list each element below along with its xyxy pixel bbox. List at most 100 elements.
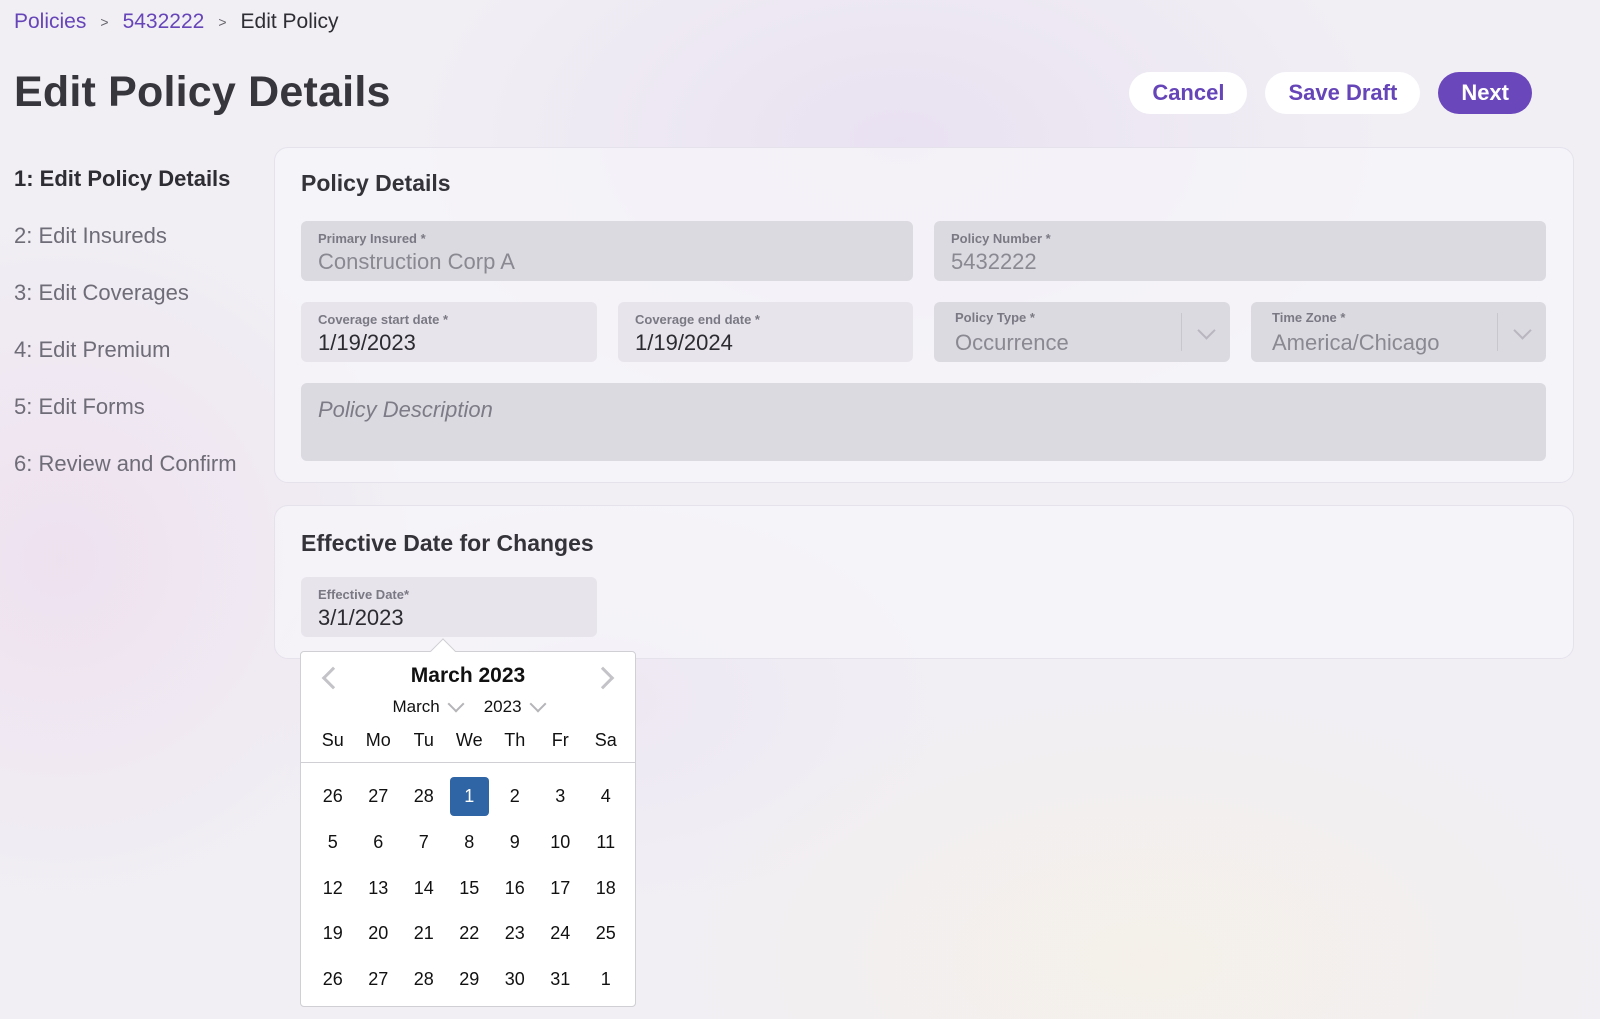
date-picker-day[interactable]: 19 (310, 911, 356, 957)
effective-date-input[interactable]: Effective Date* 3/1/2023 (301, 577, 597, 637)
weekday-header: Su Mo Tu We Th Fr Sa (310, 730, 626, 751)
date-picker-day-number: 3 (555, 786, 566, 807)
date-picker-day[interactable]: 24 (538, 911, 584, 957)
step-edit-premium[interactable]: 4: Edit Premium (14, 337, 237, 394)
date-picker-day-number: 17 (550, 877, 571, 898)
weekday-label: Th (504, 730, 526, 750)
date-picker-day[interactable]: 7 (401, 820, 447, 866)
header-actions: Cancel Save Draft Next (1129, 72, 1532, 114)
date-picker-day[interactable]: 28 (401, 774, 447, 820)
date-picker-day[interactable]: 27 (356, 774, 402, 820)
policy-type-select[interactable]: Policy Type * Occurrence (934, 302, 1230, 362)
date-picker-day[interactable]: 21 (401, 911, 447, 957)
date-picker-day[interactable]: 3 (538, 774, 584, 820)
date-picker-day-number: 4 (600, 786, 611, 807)
step-edit-policy-details[interactable]: 1: Edit Policy Details (14, 166, 237, 223)
date-picker-day-selected[interactable]: 1 (447, 774, 493, 820)
date-picker-day[interactable]: 13 (356, 865, 402, 911)
date-picker-day-number: 16 (504, 877, 525, 898)
date-picker-day[interactable]: 10 (538, 820, 584, 866)
date-picker-day[interactable]: 18 (583, 865, 629, 911)
time-zone-select[interactable]: Time Zone * America/Chicago (1251, 302, 1546, 362)
breadcrumb-link-policy[interactable]: 5432222 (123, 10, 205, 34)
chevron-down-icon (1197, 321, 1216, 340)
weekday-label: Mo (365, 730, 391, 750)
date-picker-day-number: 30 (504, 969, 525, 990)
date-picker-day-number: 26 (322, 786, 343, 807)
date-picker-day[interactable]: 2 (492, 774, 538, 820)
date-picker-day-number: 29 (459, 969, 480, 990)
date-picker-day[interactable]: 12 (310, 865, 356, 911)
policy-details-title: Policy Details (301, 170, 451, 196)
date-picker-day-number: 24 (550, 923, 571, 944)
date-picker-day[interactable]: 6 (356, 820, 402, 866)
date-picker-day[interactable]: 8 (447, 820, 493, 866)
date-picker-day-number: 15 (459, 877, 480, 898)
primary-insured-field: Primary Insured * Construction Corp A (301, 221, 913, 281)
date-picker-day-number: 19 (322, 923, 343, 944)
date-picker-day[interactable]: 9 (492, 820, 538, 866)
policy-description-input[interactable]: Policy Description (301, 383, 1546, 461)
step-edit-insureds[interactable]: 2: Edit Insureds (14, 223, 237, 280)
step-edit-coverages[interactable]: 3: Edit Coverages (14, 280, 237, 337)
date-picker-day-number: 1 (600, 969, 611, 990)
month-select-value: March (392, 697, 440, 716)
year-select-value: 2023 (483, 697, 522, 716)
date-picker-day-number: 27 (368, 969, 389, 990)
date-picker-day[interactable]: 1 (583, 957, 629, 1003)
save-draft-button[interactable]: Save Draft (1265, 72, 1421, 114)
month-select[interactable]: March (392, 695, 465, 717)
date-picker-day-number: 21 (413, 923, 434, 944)
weekday-label: Tu (413, 730, 434, 750)
coverage-end-date-value: 1/19/2024 (635, 330, 733, 355)
date-picker-day-number: 20 (368, 923, 389, 944)
chevron-down-icon (1513, 321, 1532, 340)
date-picker-day[interactable]: 26 (310, 774, 356, 820)
date-picker-day[interactable]: 11 (583, 820, 629, 866)
date-picker-day[interactable]: 31 (538, 957, 584, 1003)
date-picker-day-number: 6 (373, 832, 384, 853)
coverage-start-date-label: Coverage start date * (318, 312, 449, 327)
coverage-start-date-input[interactable]: Coverage start date * 1/19/2023 (301, 302, 597, 362)
date-picker-day[interactable]: 27 (356, 957, 402, 1003)
date-picker-day[interactable]: 28 (401, 957, 447, 1003)
date-picker-day[interactable]: 25 (583, 911, 629, 957)
step-edit-forms[interactable]: 5: Edit Forms (14, 394, 237, 451)
cancel-button[interactable]: Cancel (1129, 72, 1248, 114)
coverage-end-date-input[interactable]: Coverage end date * 1/19/2024 (618, 302, 913, 362)
date-picker-day-number: 25 (595, 923, 616, 944)
date-picker-day[interactable]: 4 (583, 774, 629, 820)
date-picker-day[interactable]: 15 (447, 865, 493, 911)
date-picker-day[interactable]: 16 (492, 865, 538, 911)
step-review-and-confirm[interactable]: 6: Review and Confirm (14, 451, 237, 508)
effective-date-card: Effective Date for Changes Effective Dat… (274, 505, 1574, 659)
date-picker-day[interactable]: 29 (447, 957, 493, 1003)
date-picker-day-number: 8 (464, 832, 475, 853)
policy-description-placeholder: Policy Description (318, 397, 493, 422)
date-picker-grid: 26 27 28 1 2 3 4 5 6 7 8 9 10 11 12 13 14 15 16 17 18 19 20 21 2… (310, 774, 629, 1002)
date-picker-day[interactable]: 20 (356, 911, 402, 957)
date-picker-day-number: 2 (509, 786, 520, 807)
date-picker-day-number: 26 (322, 969, 343, 990)
date-picker-day[interactable]: 22 (447, 911, 493, 957)
date-picker-day-number: 23 (504, 923, 525, 944)
policy-number-label: Policy Number * (951, 231, 1051, 246)
date-picker-day-number: 5 (327, 832, 338, 853)
date-picker-day[interactable]: 17 (538, 865, 584, 911)
policy-details-card: Policy Details Primary Insured * Constru… (274, 147, 1574, 483)
date-picker-day[interactable]: 5 (310, 820, 356, 866)
date-picker-day-number: 12 (322, 877, 343, 898)
weekday-label: Sa (594, 730, 617, 750)
date-picker-day[interactable]: 26 (310, 957, 356, 1003)
breadcrumb-link-policies[interactable]: Policies (14, 10, 86, 34)
date-picker-day[interactable]: 30 (492, 957, 538, 1003)
select-divider (1497, 313, 1498, 351)
steps-nav: 1: Edit Policy Details 2: Edit Insureds … (14, 166, 237, 508)
chevron-down-icon (529, 695, 547, 713)
primary-insured-value: Construction Corp A (318, 249, 515, 274)
weekday-label: We (455, 730, 483, 750)
next-button[interactable]: Next (1438, 72, 1532, 114)
year-select[interactable]: 2023 (483, 695, 547, 717)
date-picker-day[interactable]: 14 (401, 865, 447, 911)
date-picker-day[interactable]: 23 (492, 911, 538, 957)
